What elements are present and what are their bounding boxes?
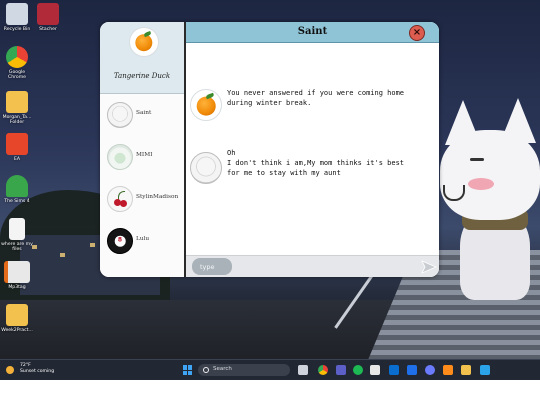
folder-icon-2: [6, 304, 28, 326]
desktop-icon-stacher[interactable]: Stacher: [31, 3, 65, 32]
desktop-icon-folder[interactable]: Morgan_Ta... Folder: [0, 91, 34, 125]
teams-icon[interactable]: [336, 365, 346, 375]
app-icon-3[interactable]: [480, 365, 490, 375]
app-icon-2[interactable]: [443, 365, 453, 375]
recycle-bin-icon: [6, 3, 28, 25]
stacher-icon: [37, 3, 59, 25]
desktop-icon-folder-2[interactable]: Week2Pract...: [0, 304, 34, 333]
message-input-bar: [186, 255, 439, 277]
desktop: Recycle Bin Stacher Google Chrome Morgan…: [0, 0, 540, 379]
profile-name: Tangerine Duck: [113, 72, 171, 80]
ea-icon: [6, 133, 28, 155]
contact-mimi[interactable]: MIMI: [100, 138, 184, 178]
profile-avatar: [129, 27, 159, 57]
contact-name: StylinMadison: [136, 194, 179, 200]
spotify-icon[interactable]: [353, 365, 363, 375]
search-placeholder: Search: [213, 366, 232, 372]
mail-icon[interactable]: [389, 365, 399, 375]
desktop-icon-mp3tag[interactable]: Mp3tag: [0, 261, 34, 290]
contacts-panel: Tangerine Duck Saint MIMI StylinMadison …: [100, 22, 186, 277]
chat-panel: Saint × You never answered if you were c…: [186, 22, 439, 277]
shield-icon[interactable]: [407, 365, 417, 375]
search-icon: [203, 367, 209, 373]
message-text: You never answered if you were coming ho…: [227, 89, 405, 107]
contact-avatar-lulu: 8: [107, 228, 133, 254]
file-explorer-icon[interactable]: [461, 365, 471, 375]
document-icon: [9, 218, 25, 240]
chrome-icon: [6, 46, 28, 68]
task-view-icon[interactable]: [298, 365, 308, 375]
calendar-icon[interactable]: [370, 365, 380, 375]
desktop-icon-document[interactable]: where are my files: [0, 218, 34, 252]
weather-widget[interactable]: 72°F Sunset coming: [6, 363, 54, 375]
start-button[interactable]: [183, 365, 193, 375]
chat-title: Saint: [297, 26, 328, 37]
taskbar: 72°F Sunset coming Search: [0, 359, 540, 380]
contact-name: MIMI: [136, 152, 153, 158]
mp3tag-icon: [4, 261, 30, 283]
desktop-icon-chrome[interactable]: Google Chrome: [0, 46, 34, 80]
contact-saint[interactable]: Saint: [100, 96, 184, 136]
contact-avatar-saint: [107, 102, 133, 128]
desktop-icon-ea[interactable]: EA: [0, 133, 34, 162]
chat-window: Tangerine Duck Saint MIMI StylinMadison …: [100, 22, 439, 277]
send-icon[interactable]: [421, 259, 437, 275]
message-input[interactable]: [192, 258, 232, 275]
message-text: Oh I don't think i am,My mom thinks it's…: [227, 149, 405, 177]
contact-name: Saint: [136, 110, 152, 116]
message-avatar-orange: [190, 89, 222, 121]
chat-header: Saint ×: [186, 22, 439, 43]
sims-icon: [6, 175, 28, 197]
cat-eye: [470, 158, 484, 161]
cat-blush: [468, 178, 494, 190]
folder-icon: [6, 91, 28, 113]
contact-stylinmadison[interactable]: StylinMadison: [100, 180, 184, 220]
desktop-icon-recycle-bin[interactable]: Recycle Bin: [0, 3, 34, 32]
close-button[interactable]: ×: [409, 25, 425, 41]
cat-head: [440, 130, 540, 220]
taskbar-search[interactable]: Search: [198, 364, 290, 376]
app-icon[interactable]: [425, 365, 435, 375]
message-avatar-sketch: [190, 152, 222, 184]
weather-icon: [6, 366, 14, 374]
contact-avatar-stylinmadison: [107, 186, 133, 212]
contact-avatar-mimi: [107, 144, 133, 170]
desktop-icon-sims[interactable]: The Sims 4: [0, 175, 34, 204]
profile-card: Tangerine Duck: [100, 22, 184, 94]
chrome-taskbar-icon[interactable]: [318, 365, 328, 375]
contact-name: Lulu: [136, 236, 150, 242]
contact-lulu[interactable]: 8 Lulu: [100, 222, 184, 262]
